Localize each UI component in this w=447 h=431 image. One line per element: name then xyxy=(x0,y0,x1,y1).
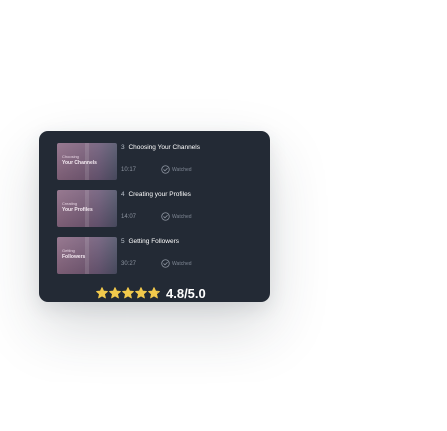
lesson-item[interactable]: Getting Followers 5 Getting Followers 30… xyxy=(57,237,262,277)
lesson-title-text: Choosing Your Channels xyxy=(128,144,200,151)
star-partial-icon xyxy=(148,287,160,299)
thumbnail-caption-big: Your Channels xyxy=(62,160,97,166)
star-full-icon xyxy=(96,287,108,299)
lesson-title[interactable]: 5 Getting Followers xyxy=(121,238,179,246)
star-full-icon xyxy=(135,287,147,299)
lesson-duration: 30:27 xyxy=(121,261,137,267)
thumbnail-caption-small: Getting xyxy=(62,248,75,253)
thumbnail-stripe xyxy=(85,237,89,274)
course-playlist-card: Choosing Your Channels 3 Choosing Your C… xyxy=(39,131,270,302)
rating-value: 4.8/5.0 xyxy=(166,286,206,301)
lesson-item[interactable]: Choosing Your Channels 3 Choosing Your C… xyxy=(57,143,262,183)
watched-check-icon xyxy=(161,165,170,174)
watched-check-icon xyxy=(161,212,170,221)
star-full-icon xyxy=(122,287,134,299)
lesson-thumbnail[interactable]: Choosing Your Channels xyxy=(57,143,117,180)
lesson-item[interactable]: Creating Your Profiles 4 Creating your P… xyxy=(57,190,262,230)
lesson-thumbnail[interactable]: Getting Followers xyxy=(57,237,117,274)
watched-label: Watched xyxy=(172,167,192,173)
thumbnail-caption-big: Your Profiles xyxy=(62,207,93,213)
course-rating: 4.8/5.0 xyxy=(39,287,270,301)
lesson-title-text: Getting Followers xyxy=(128,238,180,245)
star-full-icon xyxy=(109,287,121,299)
thumbnail-caption-small: Creating xyxy=(62,201,78,206)
watched-label: Watched xyxy=(172,261,192,267)
lesson-duration: 14:07 xyxy=(121,214,137,220)
watched-label: Watched xyxy=(172,214,192,220)
lesson-number: 4 xyxy=(121,191,125,198)
thumbnail-caption-big: Followers xyxy=(62,254,86,260)
lesson-number: 3 xyxy=(121,144,125,151)
lesson-title[interactable]: 3 Choosing Your Channels xyxy=(121,144,200,152)
lesson-duration: 10:17 xyxy=(121,167,137,173)
lesson-title-text: Creating your Profiles xyxy=(128,191,191,198)
lesson-thumbnail[interactable]: Creating Your Profiles xyxy=(57,190,117,227)
watched-check-icon xyxy=(161,259,170,268)
thumbnail-caption-small: Choosing xyxy=(62,154,79,159)
lesson-number: 5 xyxy=(121,238,125,245)
lesson-title[interactable]: 4 Creating your Profiles xyxy=(121,191,191,199)
